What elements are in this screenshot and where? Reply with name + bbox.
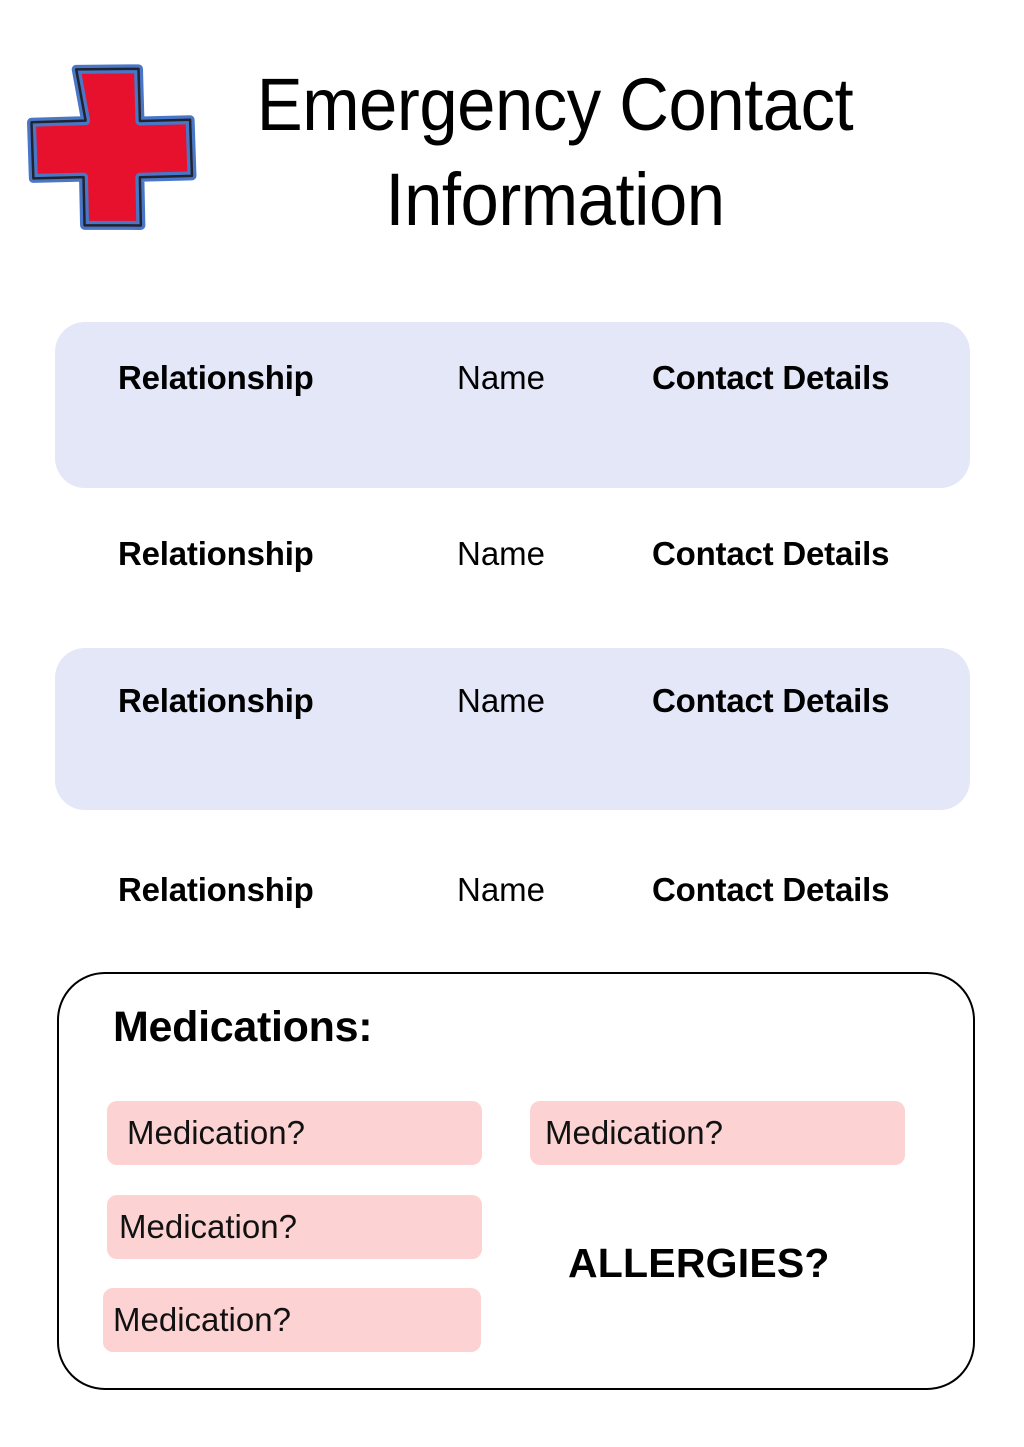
cell-name: Name (457, 871, 546, 908)
page-title: Emergency Contact Information (256, 63, 854, 241)
page-header: Emergency Contact Information (0, 0, 1024, 280)
table-row[interactable]: Relationship Name Contact Details (55, 322, 970, 488)
cell-contact-details: Contact Details (652, 359, 890, 396)
medication-field[interactable]: Medication? (530, 1101, 905, 1165)
medication-field[interactable]: Medication? (107, 1195, 482, 1259)
cell-relationship: Relationship (118, 682, 314, 719)
medication-label: Medication? (545, 1114, 723, 1151)
table-row[interactable]: Relationship Name Contact Details (55, 846, 970, 938)
cell-relationship: Relationship (118, 359, 314, 396)
cell-name: Name (457, 359, 546, 396)
medication-label: Medication? (113, 1301, 291, 1338)
allergies-label: ALLERGIES? (568, 1240, 830, 1286)
cell-contact-details: Contact Details (652, 871, 890, 908)
red-cross-icon (22, 52, 202, 232)
cell-contact-details: Contact Details (652, 682, 890, 719)
cell-name: Name (457, 682, 546, 719)
table-row[interactable]: Relationship Name Contact Details (55, 512, 970, 604)
medication-field[interactable]: Medication? (103, 1288, 481, 1352)
medication-field[interactable]: Medication? (107, 1101, 482, 1165)
cell-relationship: Relationship (118, 535, 314, 572)
cell-relationship: Relationship (118, 871, 314, 908)
cell-name: Name (457, 535, 546, 572)
cell-contact-details: Contact Details (652, 535, 890, 572)
medication-label: Medication? (127, 1114, 305, 1151)
table-row[interactable]: Relationship Name Contact Details (55, 648, 970, 810)
medications-heading: Medications: (113, 1003, 373, 1051)
medication-label: Medication? (119, 1208, 297, 1245)
